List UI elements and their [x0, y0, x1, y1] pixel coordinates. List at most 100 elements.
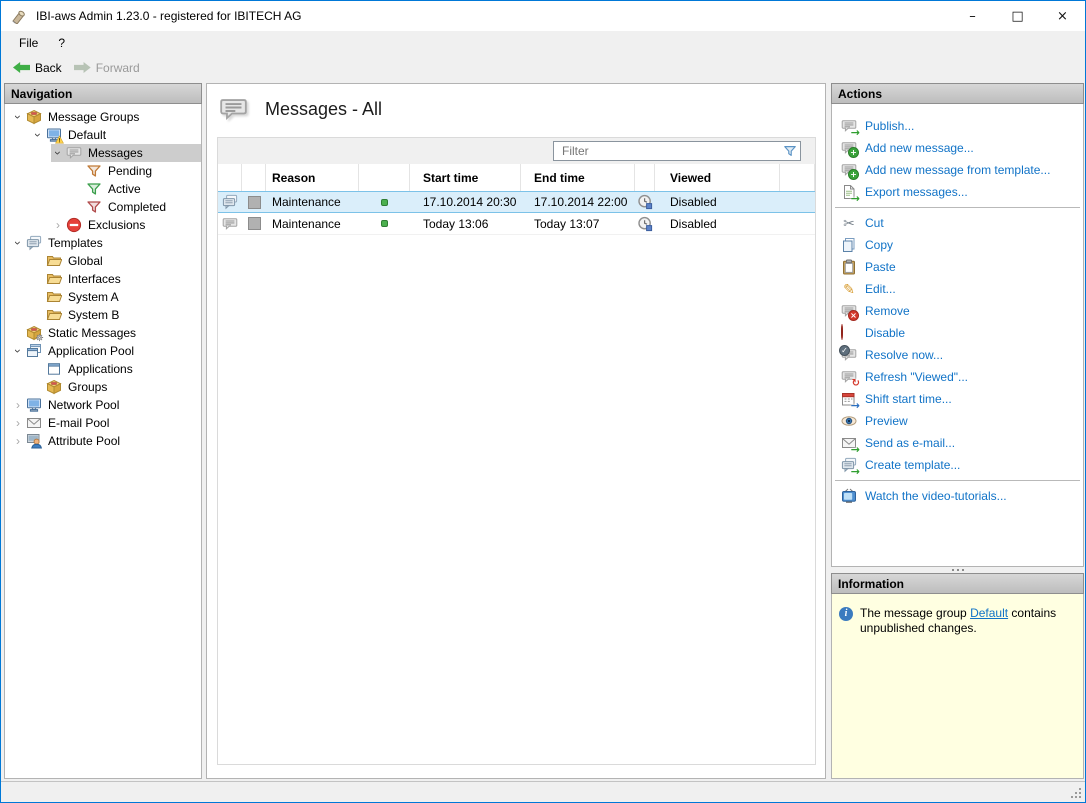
column-header-viewed-icon[interactable] — [635, 164, 655, 191]
navigation-panel: Navigation › Message Groups › Default › — [4, 83, 202, 779]
tree-item-label: Active — [108, 182, 141, 196]
actions-separator — [835, 207, 1080, 208]
tree-item-completed[interactable]: Completed — [5, 198, 201, 216]
chevron-expanded-icon[interactable]: › — [11, 110, 25, 124]
windows-stack-icon — [26, 343, 42, 359]
chevron-collapsed-icon[interactable]: › — [11, 434, 25, 448]
tree-item-system-a[interactable]: System A — [5, 288, 201, 306]
tree-item-messages[interactable]: › Messages — [5, 144, 201, 162]
red-dot-icon — [841, 324, 857, 341]
action-paste[interactable]: Paste — [832, 256, 1083, 278]
chevron-collapsed-icon[interactable]: › — [51, 218, 65, 232]
cell-viewed: Disabled — [670, 195, 717, 209]
no-entry-icon — [66, 217, 82, 233]
tree-item-templates[interactable]: › Templates — [5, 234, 201, 252]
back-button[interactable]: Back — [8, 59, 69, 77]
action-edit[interactable]: ✎ Edit... — [832, 278, 1083, 300]
tree-item-label: Application Pool — [48, 344, 135, 358]
actions-panel: Actions → Publish... + Add new message..… — [831, 83, 1084, 567]
tree-item-message-groups[interactable]: › Message Groups — [5, 108, 201, 126]
chevron-collapsed-icon[interactable]: › — [11, 398, 25, 412]
column-header-viewed[interactable]: Viewed — [655, 164, 780, 191]
action-remove[interactable]: × Remove — [832, 300, 1083, 322]
publish-icon: → — [841, 118, 860, 138]
action-preview[interactable]: Preview — [832, 410, 1083, 432]
cell-reason: Maintenance — [272, 195, 341, 209]
tree-item-label: Message Groups — [48, 110, 140, 124]
filter-bar — [218, 138, 815, 164]
tree-item-groups[interactable]: Groups — [5, 378, 201, 396]
default-group-link[interactable]: Default — [970, 606, 1008, 620]
forward-button[interactable]: Forward — [69, 59, 147, 77]
table-row[interactable]: Maintenance 17.10.2014 20:30 17.10.2014 … — [218, 191, 815, 213]
green-status-icon — [381, 220, 388, 227]
column-header-end-time[interactable]: End time — [521, 164, 635, 191]
tree-item-default[interactable]: › Default — [5, 126, 201, 144]
table-row[interactable]: Maintenance Today 13:06 Today 13:07 Disa… — [218, 213, 815, 235]
action-watch-video-tutorials[interactable]: Watch the video-tutorials... — [832, 485, 1083, 507]
folder-icon — [46, 253, 62, 269]
actions-list: → Publish... + Add new message... + Add … — [831, 104, 1084, 567]
chevron-collapsed-icon[interactable]: › — [11, 416, 25, 430]
action-add-new-message[interactable]: + Add new message... — [832, 137, 1083, 159]
maximize-button[interactable]: □ — [995, 1, 1040, 31]
action-send-as-email[interactable]: → Send as e-mail... — [832, 432, 1083, 455]
tree-item-label: Interfaces — [68, 272, 121, 286]
action-copy[interactable]: Copy — [832, 234, 1083, 256]
action-resolve-now[interactable]: ✓ Resolve now... — [832, 344, 1083, 366]
action-disable[interactable]: Disable — [832, 322, 1083, 344]
action-shift-start-time[interactable]: → Shift start time... — [832, 388, 1083, 411]
column-header-start-time[interactable]: Start time — [410, 164, 521, 191]
folder-icon — [46, 271, 62, 287]
column-header-color[interactable] — [242, 164, 266, 191]
cell-start-time: 17.10.2014 20:30 — [423, 195, 517, 209]
chevron-expanded-icon[interactable]: › — [11, 344, 25, 358]
tree-item-static-messages[interactable]: Static Messages — [5, 324, 201, 342]
chevron-expanded-icon[interactable]: › — [31, 128, 45, 142]
tree-item-email-pool[interactable]: › E-mail Pool — [5, 414, 201, 432]
column-header-status[interactable] — [359, 164, 410, 191]
person-monitor-icon — [26, 433, 42, 449]
action-refresh-viewed[interactable]: ↻ Refresh "Viewed"... — [832, 366, 1083, 389]
message-bubble-icon — [66, 145, 82, 161]
filter-funnel-icon[interactable] — [780, 142, 800, 160]
filter-input[interactable] — [554, 144, 780, 158]
actions-header: Actions — [831, 83, 1084, 104]
add-message-icon: + — [841, 140, 859, 158]
tree-item-system-b[interactable]: System B — [5, 306, 201, 324]
tree-item-exclusions[interactable]: › Exclusions — [5, 216, 201, 234]
tree-item-global[interactable]: Global — [5, 252, 201, 270]
action-publish[interactable]: → Publish... — [832, 115, 1083, 138]
title-bar: IBI-aws Admin 1.23.0 - registered for IB… — [1, 1, 1085, 31]
tree-item-network-pool[interactable]: › Network Pool — [5, 396, 201, 414]
tree-item-applications[interactable]: Applications — [5, 360, 201, 378]
tree-item-attribute-pool[interactable]: › Attribute Pool — [5, 432, 201, 450]
action-cut[interactable]: ✂ Cut — [832, 212, 1083, 234]
filter-field — [553, 141, 801, 161]
cell-reason: Maintenance — [272, 216, 341, 231]
action-create-template[interactable]: → Create template... — [832, 454, 1083, 477]
close-button[interactable]: × — [1040, 1, 1085, 31]
chevron-expanded-icon[interactable]: › — [11, 236, 25, 250]
tree-item-pending[interactable]: Pending — [5, 162, 201, 180]
tree-item-interfaces[interactable]: Interfaces — [5, 270, 201, 288]
column-header-type[interactable] — [218, 164, 242, 191]
tree-item-active[interactable]: Active — [5, 180, 201, 198]
tv-icon — [841, 488, 857, 504]
action-add-new-message-from-template[interactable]: + Add new message from template... — [832, 159, 1083, 181]
status-bar — [1, 781, 1085, 802]
menu-help[interactable]: ? — [48, 33, 75, 53]
remove-icon: × — [841, 303, 859, 321]
monitor-icon — [26, 397, 42, 413]
resize-grip[interactable] — [1071, 788, 1081, 798]
column-header-reason[interactable]: Reason — [266, 164, 359, 191]
action-export-messages[interactable]: → Export messages... — [832, 181, 1083, 204]
chevron-expanded-icon[interactable]: › — [51, 146, 65, 160]
menu-file[interactable]: File — [9, 33, 48, 53]
minimize-button[interactable]: – — [950, 1, 995, 31]
monitor-warning-icon — [46, 127, 62, 143]
tree-item-application-pool[interactable]: › Application Pool — [5, 342, 201, 360]
info-text-before: The message group — [860, 606, 971, 620]
page-title: Messages - All — [265, 99, 383, 119]
tree-item-label: Exclusions — [88, 218, 146, 232]
